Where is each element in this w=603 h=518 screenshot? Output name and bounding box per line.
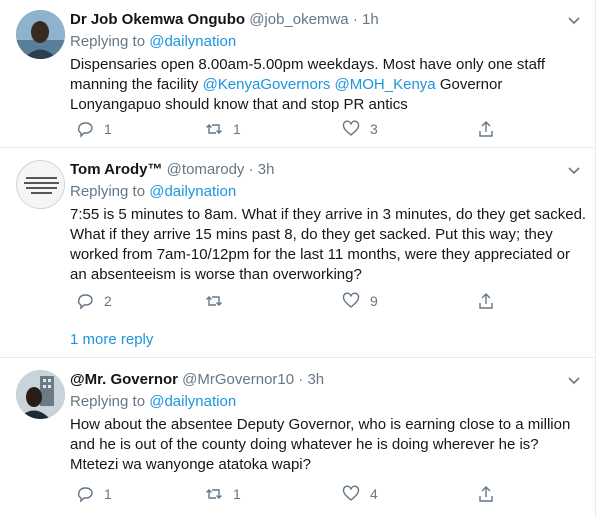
retweet-icon — [206, 124, 222, 134]
like-button[interactable]: 4 — [342, 484, 378, 504]
tweet-line: manning the facility @KenyaGovernors @MO… — [70, 75, 582, 95]
display-name[interactable]: @Mr. Governor — [70, 371, 178, 388]
tweet-header: @Mr. Governor @MrGovernor10 · 3h — [70, 370, 582, 390]
display-name[interactable]: Dr Job Okemwa Ongubo — [70, 11, 245, 28]
show-more-replies[interactable]: 1 more reply — [0, 325, 596, 358]
tweet-line: Mtetezi wa wanyonge atatoka wapi? — [70, 456, 311, 473]
reply-icon — [77, 122, 93, 138]
more-replies-link[interactable]: 1 more reply — [70, 331, 153, 348]
replying-to: Replying to @dailynation — [70, 182, 582, 202]
replying-to-link[interactable]: @dailynation — [149, 183, 236, 200]
heart-icon — [342, 292, 360, 308]
reply-icon — [77, 294, 93, 310]
tweet-line-text: Governor — [435, 76, 503, 93]
user-handle[interactable]: @MrGovernor10 — [182, 371, 294, 388]
reply-count: 1 — [104, 121, 112, 137]
timestamp[interactable]: 1h — [362, 11, 379, 28]
tweet-actions: 1 1 3 — [70, 119, 510, 139]
chevron-down-icon[interactable] — [566, 162, 582, 178]
user-handle[interactable]: @job_okemwa — [249, 11, 348, 28]
separator-dot: · — [298, 371, 304, 388]
reply-button[interactable]: 1 — [76, 484, 112, 504]
tweet-line: Lonyangapuo should know that and stop PR… — [70, 96, 408, 113]
like-count: 4 — [370, 486, 378, 502]
heart-icon — [342, 120, 360, 136]
mention-link[interactable]: @MOH_Kenya — [335, 76, 436, 93]
replying-to-label: Replying to — [70, 33, 146, 50]
tweet[interactable]: Tom Arody™ @tomarody · 3h Replying to @d… — [0, 148, 596, 325]
tweet-line: Dispensaries open 8.00am-5.00pm weekdays… — [70, 56, 545, 73]
like-button[interactable]: 9 — [342, 291, 378, 311]
reply-button[interactable]: 1 — [76, 119, 112, 139]
replying-to: Replying to @dailynation — [70, 32, 582, 52]
share-icon — [479, 486, 493, 502]
tweet-line-text: manning the facility — [70, 76, 203, 93]
tweet-actions: 1 1 4 — [70, 484, 510, 504]
retweet-icon — [206, 296, 222, 306]
tweet-actions: 2 9 — [70, 291, 510, 311]
replying-to-label: Replying to — [70, 393, 146, 410]
retweet-icon — [206, 489, 222, 499]
tweet-text: How about the absentee Deputy Governor, … — [70, 415, 582, 475]
replying-to-link[interactable]: @dailynation — [149, 33, 236, 50]
retweet-button[interactable]: 1 — [205, 484, 241, 504]
tweet-line: What if they arrive 15 mins past 8, do t… — [70, 226, 553, 243]
replying-to-link[interactable]: @dailynation — [149, 393, 236, 410]
separator-dot: · — [352, 11, 358, 28]
like-count: 9 — [370, 293, 378, 309]
tweet-header: Dr Job Okemwa Ongubo @job_okemwa · 1h — [70, 10, 582, 30]
share-button[interactable] — [477, 291, 505, 311]
like-count: 3 — [370, 121, 378, 137]
reply-button[interactable]: 2 — [76, 291, 112, 311]
share-icon — [479, 121, 493, 137]
share-button[interactable] — [477, 484, 505, 504]
replying-to: Replying to @dailynation — [70, 392, 582, 412]
timestamp[interactable]: 3h — [258, 161, 275, 178]
display-name[interactable]: Tom Arody™ — [70, 161, 163, 178]
reply-count: 2 — [104, 293, 112, 309]
tweet-line: an absenteeism is worse than overworking… — [70, 266, 362, 283]
avatar[interactable] — [16, 160, 65, 209]
tweet[interactable]: Dr Job Okemwa Ongubo @job_okemwa · 1h Re… — [0, 0, 596, 148]
avatar[interactable] — [16, 370, 65, 419]
retweet-button[interactable] — [205, 291, 233, 311]
chevron-down-icon[interactable] — [566, 372, 582, 388]
retweet-button[interactable]: 1 — [205, 119, 241, 139]
tweet-text: 7:55 is 5 minutes to 8am. What if they a… — [70, 205, 587, 285]
tweet-line: and he is out of the county doing whatev… — [70, 436, 539, 453]
timestamp[interactable]: 3h — [307, 371, 324, 388]
chevron-down-icon[interactable] — [566, 12, 582, 28]
reply-count: 1 — [104, 486, 112, 502]
like-button[interactable]: 3 — [342, 119, 378, 139]
tweet-line: How about the absentee Deputy Governor, … — [70, 416, 571, 433]
user-handle[interactable]: @tomarody — [167, 161, 245, 178]
separator-dot: · — [248, 161, 254, 178]
avatar[interactable] — [16, 10, 65, 59]
reply-icon — [77, 487, 93, 503]
retweet-count: 1 — [233, 121, 241, 137]
tweet-line: 7:55 is 5 minutes to 8am. What if they a… — [70, 206, 587, 223]
share-button[interactable] — [477, 119, 505, 139]
tweet-text: Dispensaries open 8.00am-5.00pm weekdays… — [70, 55, 582, 115]
tweet[interactable]: @Mr. Governor @MrGovernor10 · 3h Replyin… — [0, 358, 596, 518]
replying-to-label: Replying to — [70, 183, 146, 200]
share-icon — [479, 293, 493, 309]
tweet-line: worked from 7am-10/12pm for the last 11 … — [70, 246, 570, 263]
retweet-count: 1 — [233, 486, 241, 502]
heart-icon — [342, 485, 360, 501]
reply-thread: Dr Job Okemwa Ongubo @job_okemwa · 1h Re… — [0, 0, 596, 518]
tweet-header: Tom Arody™ @tomarody · 3h — [70, 160, 582, 180]
mention-link[interactable]: @KenyaGovernors — [203, 76, 331, 93]
